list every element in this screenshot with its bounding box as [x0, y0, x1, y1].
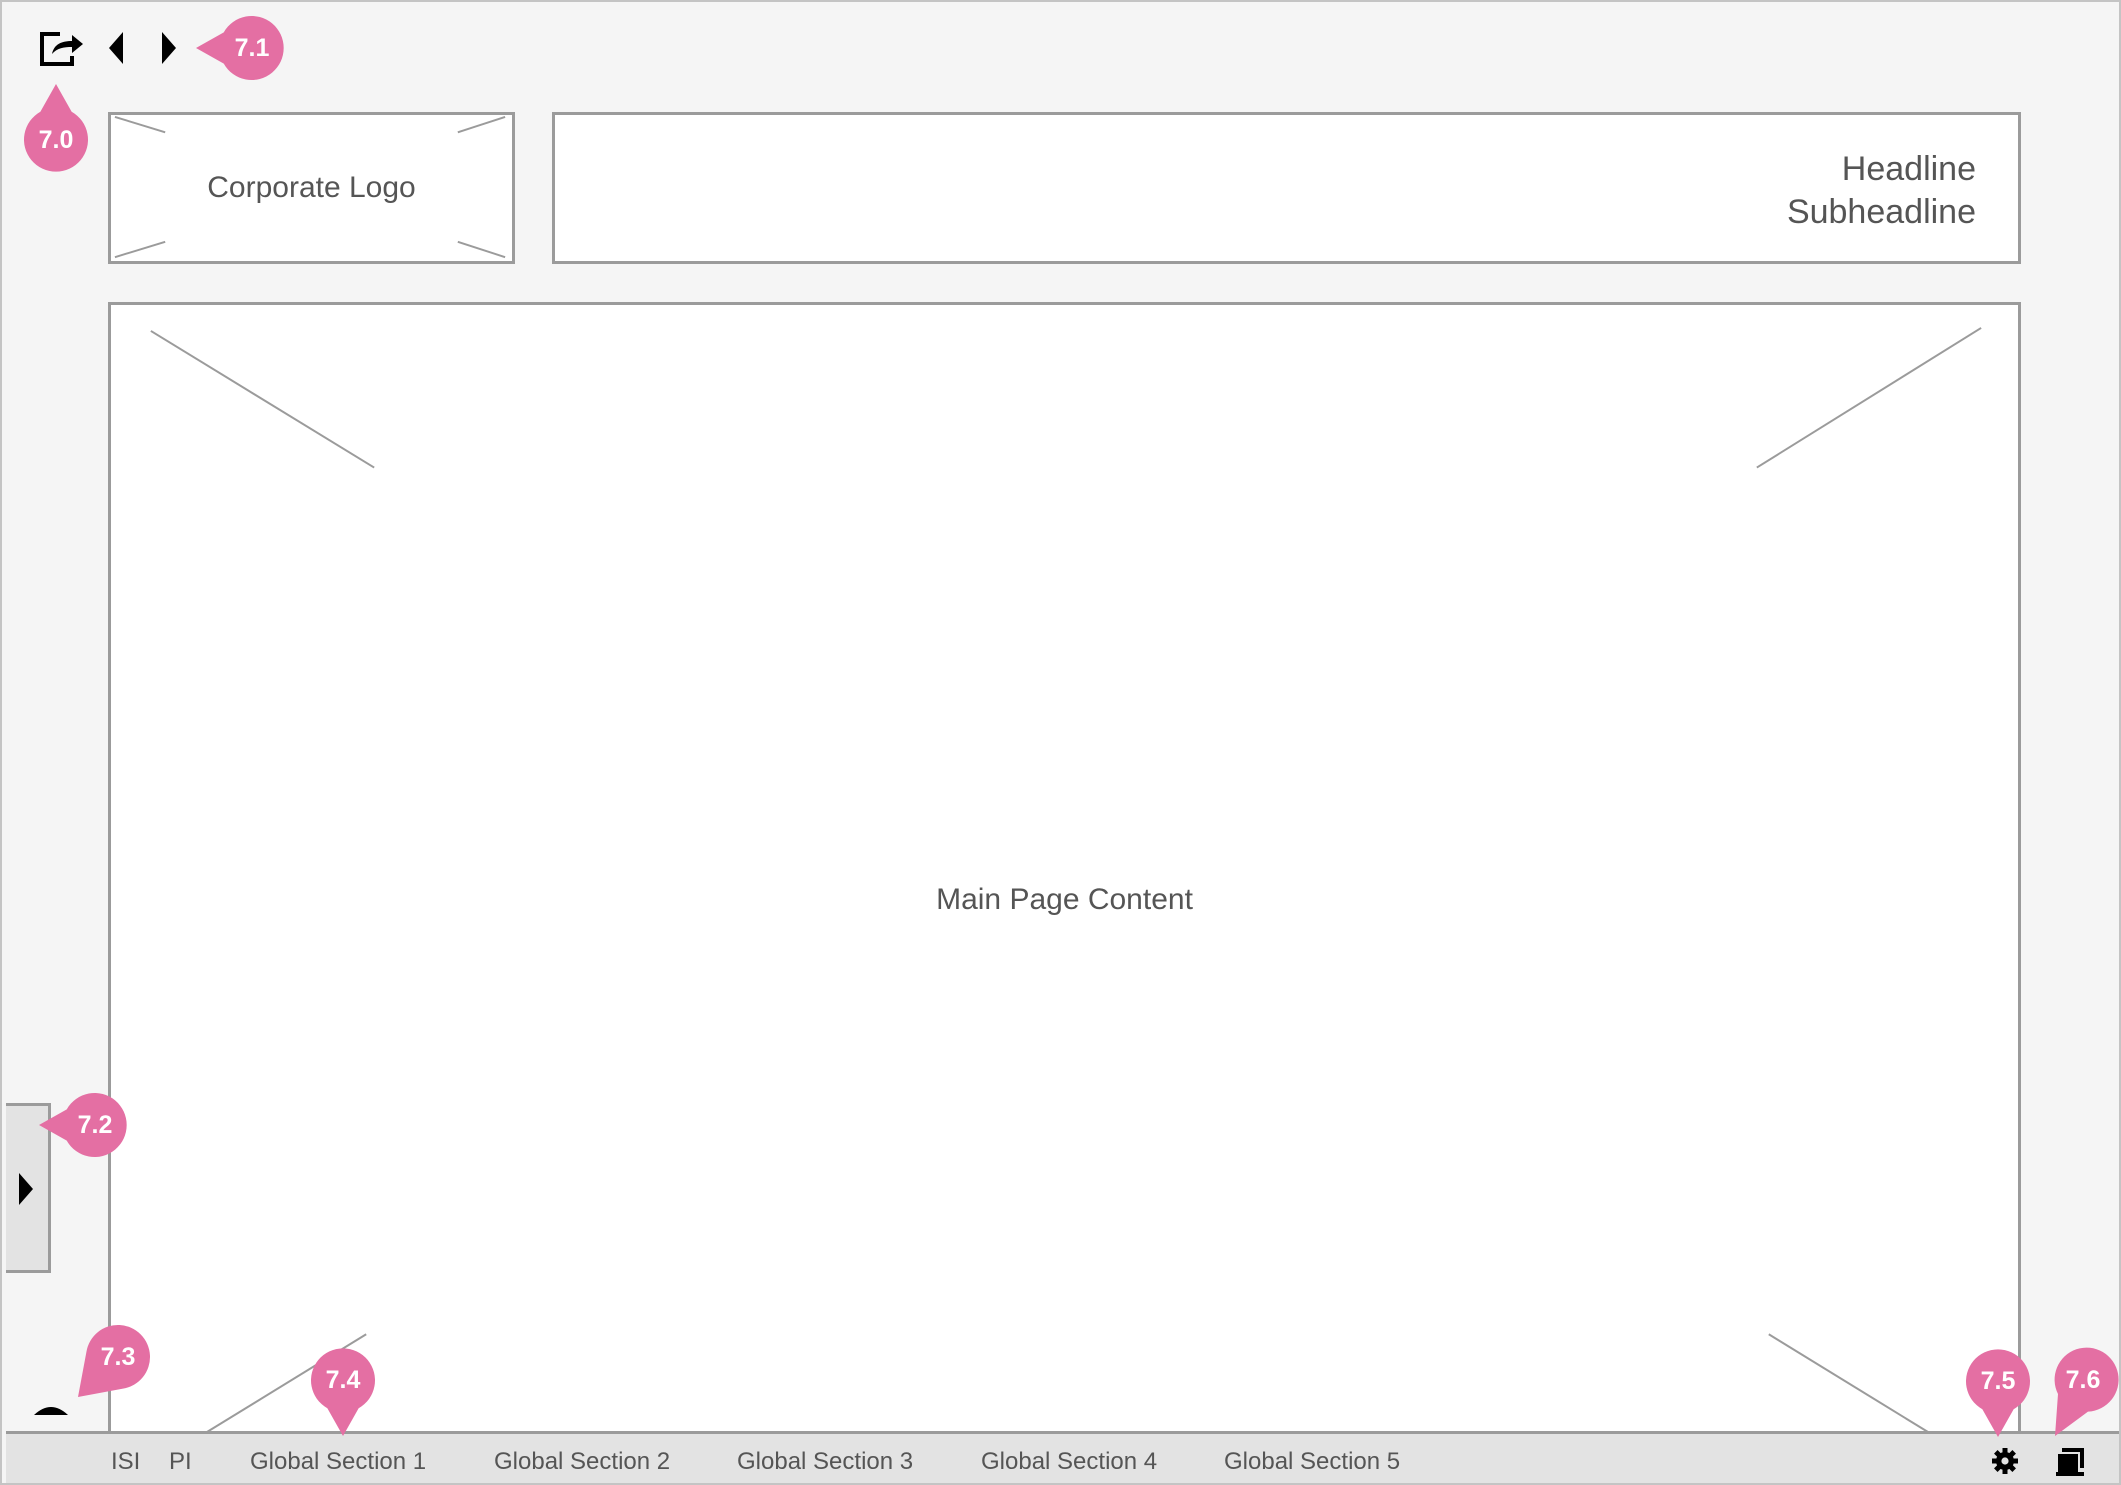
callout-7-6: 7.6	[2049, 1346, 2119, 1436]
callout-7-0: 7.0	[22, 84, 90, 174]
headline-banner: Headline Subheadline	[552, 112, 2021, 264]
content-placeholder-lines	[150, 327, 1982, 1435]
expand-right-icon	[19, 1173, 33, 1205]
headline: Headline	[1841, 150, 1976, 188]
logo-label: Corporate Logo	[207, 171, 416, 204]
export-share-icon[interactable]	[38, 28, 86, 68]
side-panel-toggle[interactable]	[6, 1103, 51, 1273]
windows-icon[interactable]	[2056, 1448, 2086, 1476]
nav-link-global-section-3[interactable]: Global Section 3	[737, 1448, 913, 1476]
callout-7-4: 7.4	[309, 1346, 377, 1436]
callout-7-1: 7.1	[196, 14, 286, 82]
next-arrow-icon[interactable]	[159, 30, 179, 66]
previous-arrow-icon[interactable]	[106, 30, 126, 66]
callout-7-5: 7.5	[1964, 1347, 2032, 1437]
wireframe-page: Corporate Logo Headline Subheadline Main…	[0, 0, 2121, 1485]
nav-link-global-section-2[interactable]: Global Section 2	[494, 1448, 670, 1476]
nav-link-global-section-5[interactable]: Global Section 5	[1224, 1448, 1400, 1476]
callout-7-3: 7.3	[78, 1323, 152, 1397]
nav-link-global-section-4[interactable]: Global Section 4	[981, 1448, 1157, 1476]
gear-icon[interactable]	[1992, 1448, 2018, 1474]
nav-link-isi[interactable]: ISI	[111, 1448, 140, 1476]
caret-up-icon[interactable]	[32, 1397, 70, 1417]
main-content-label: Main Page Content	[936, 883, 1193, 916]
subheadline: Subheadline	[1786, 193, 1976, 231]
corporate-logo: Corporate Logo	[108, 112, 515, 264]
nav-link-pi[interactable]: PI	[169, 1448, 192, 1476]
callout-7-2: 7.2	[39, 1091, 129, 1159]
main-content-area: Main Page Content	[108, 302, 2021, 1442]
bottom-nav-bar: ISI PI Global Section 1 Global Section 2…	[6, 1431, 2119, 1483]
nav-link-global-section-1[interactable]: Global Section 1	[250, 1448, 426, 1476]
